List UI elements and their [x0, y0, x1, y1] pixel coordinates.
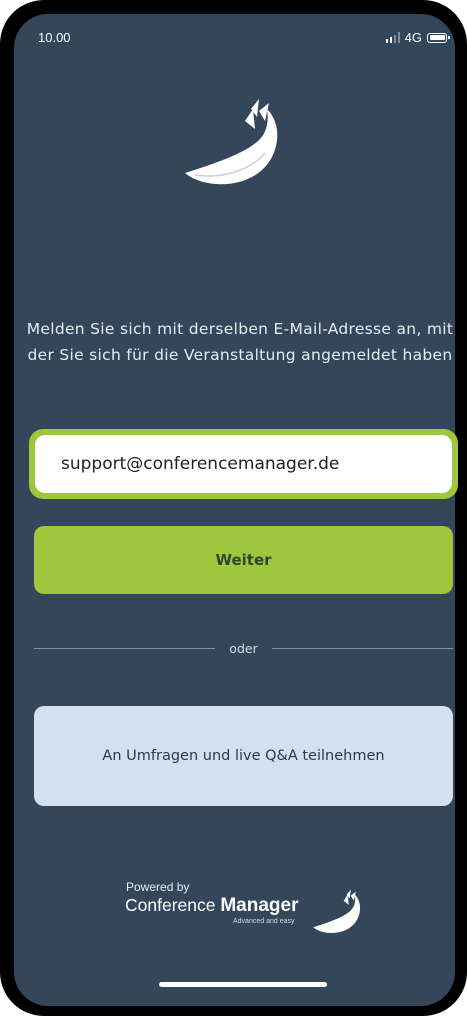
wing-logo-small-icon	[313, 889, 361, 933]
brand-name-bold: Manager	[220, 895, 299, 916]
signal-icon	[385, 32, 400, 43]
powered-by-label: Powered by	[126, 880, 190, 894]
status-time: 10.00	[38, 30, 71, 45]
email-field[interactable]	[35, 435, 452, 493]
email-field-focus-ring	[29, 429, 458, 499]
status-indicators: 4G	[385, 30, 450, 45]
wing-logo-icon	[185, 99, 278, 185]
divider-line-left	[34, 647, 216, 649]
login-instruction: Melden Sie sich mit derselben E-Mail-Adr…	[26, 320, 454, 364]
network-label: 4G	[404, 30, 422, 45]
join-polls-qa-button[interactable]: An Umfragen und live Q&A teilnehmen	[34, 706, 453, 806]
brand-tagline: Advanced and easy	[233, 918, 295, 925]
battery-icon	[427, 32, 450, 43]
continue-button[interactable]: Weiter	[34, 526, 453, 594]
or-divider: oder	[34, 640, 454, 656]
home-indicator[interactable]	[159, 982, 327, 987]
divider-label: oder	[229, 640, 258, 656]
divider-line-right	[271, 647, 454, 649]
brand-name-light: Conference	[125, 895, 216, 915]
brand-name: Conference Manager	[125, 895, 299, 917]
